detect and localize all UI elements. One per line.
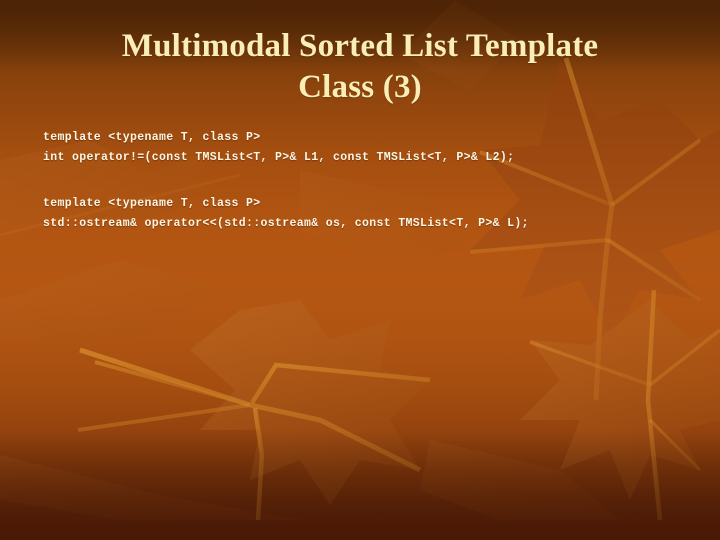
slide-body: template <typename T, class P> int opera…: [43, 128, 683, 234]
code-block-2: template <typename T, class P> std::ostr…: [43, 194, 683, 234]
code-line: std::ostream& operator<<(std::ostream& o…: [43, 217, 529, 230]
code-line: int operator!=(const TMSList<T, P>& L1, …: [43, 151, 515, 164]
code-line: template <typename T, class P>: [43, 197, 261, 210]
presentation-slide: Multimodal Sorted List Template Class (3…: [0, 0, 720, 540]
code-block-1: template <typename T, class P> int opera…: [43, 128, 683, 168]
leaf-lower-left: [77, 300, 431, 521]
code-line: template <typename T, class P>: [43, 131, 261, 144]
slide-title: Multimodal Sorted List Template Class (3…: [121, 28, 599, 105]
leaf-lower-right: [520, 289, 720, 521]
bottom-shade: [0, 430, 720, 540]
